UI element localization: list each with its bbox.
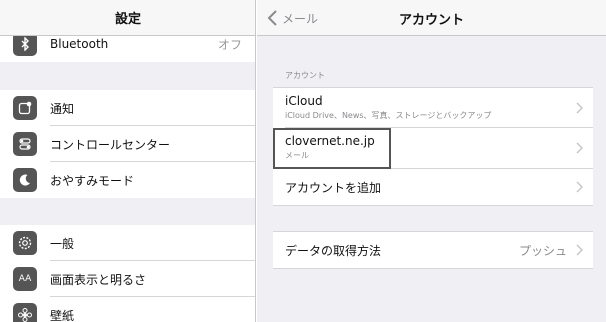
- sidebar-item-label: 壁紙: [50, 308, 75, 322]
- sidebar-item-do-not-disturb[interactable]: おやすみモード: [0, 162, 255, 198]
- sidebar-item-label: Bluetooth: [50, 37, 109, 51]
- fetch-data-row[interactable]: データの取得方法 プッシュ: [273, 232, 593, 268]
- sidebar-item-display[interactable]: AA 画面表示と明るさ: [0, 261, 255, 297]
- chevron-right-icon: [576, 142, 583, 154]
- bluetooth-status: オフ: [217, 37, 242, 52]
- sidebar-item-control-center[interactable]: コントロールセンター: [0, 126, 255, 162]
- chevron-left-icon: [267, 10, 277, 26]
- section-header: アカウント: [285, 71, 325, 80]
- account-row-clovernet[interactable]: clovernet.ne.jp メール: [273, 128, 593, 169]
- settings-sidebar: 設定 Bluetooth オフ 通知 コントロールセンター おやすみモード 一般: [0, 0, 256, 322]
- sidebar-title: 設定: [0, 0, 255, 36]
- account-subtitle: メール: [285, 151, 309, 160]
- account-title: iCloud: [285, 94, 323, 108]
- account-title: clovernet.ne.jp: [285, 134, 375, 148]
- sidebar-item-wallpaper[interactable]: 壁紙: [0, 297, 255, 322]
- sidebar-item-notifications[interactable]: 通知: [0, 90, 255, 126]
- control-center-icon: [13, 132, 37, 156]
- chevron-right-icon: [576, 244, 583, 256]
- wallpaper-icon: [13, 303, 37, 322]
- sidebar-item-label: 一般: [50, 236, 75, 251]
- gear-icon: [13, 231, 37, 255]
- accounts-nav-bar: メール アカウント: [257, 0, 606, 36]
- fetch-data-value: プッシュ: [518, 244, 567, 258]
- accounts-pane: メール アカウント アカウント iCloud iCloud Drive、News…: [257, 0, 606, 322]
- display-icon: AA: [13, 267, 37, 291]
- add-account-label: アカウントを追加: [285, 181, 382, 195]
- chevron-right-icon: [576, 102, 583, 114]
- sidebar-item-label: おやすみモード: [50, 173, 135, 188]
- sidebar-item-label: 画面表示と明るさ: [50, 272, 147, 287]
- sidebar-item-label: コントロールセンター: [50, 137, 171, 152]
- back-button-label: メール: [282, 11, 319, 26]
- account-subtitle: iCloud Drive、News、写真、ストレージとバックアップ: [285, 111, 492, 120]
- sidebar-item-label: 通知: [50, 101, 75, 116]
- fetch-settings-list: データの取得方法 プッシュ: [273, 231, 593, 269]
- add-account-row[interactable]: アカウントを追加: [273, 169, 593, 205]
- back-button[interactable]: メール: [267, 8, 318, 28]
- account-row-icloud[interactable]: iCloud iCloud Drive、News、写真、ストレージとバックアップ: [273, 88, 593, 128]
- moon-icon: [13, 168, 37, 192]
- sidebar-item-general[interactable]: 一般: [0, 225, 255, 261]
- accounts-list: iCloud iCloud Drive、News、写真、ストレージとバックアップ…: [273, 87, 593, 206]
- chevron-right-icon: [576, 181, 583, 193]
- fetch-data-label: データの取得方法: [285, 244, 382, 258]
- notifications-icon: [13, 96, 37, 120]
